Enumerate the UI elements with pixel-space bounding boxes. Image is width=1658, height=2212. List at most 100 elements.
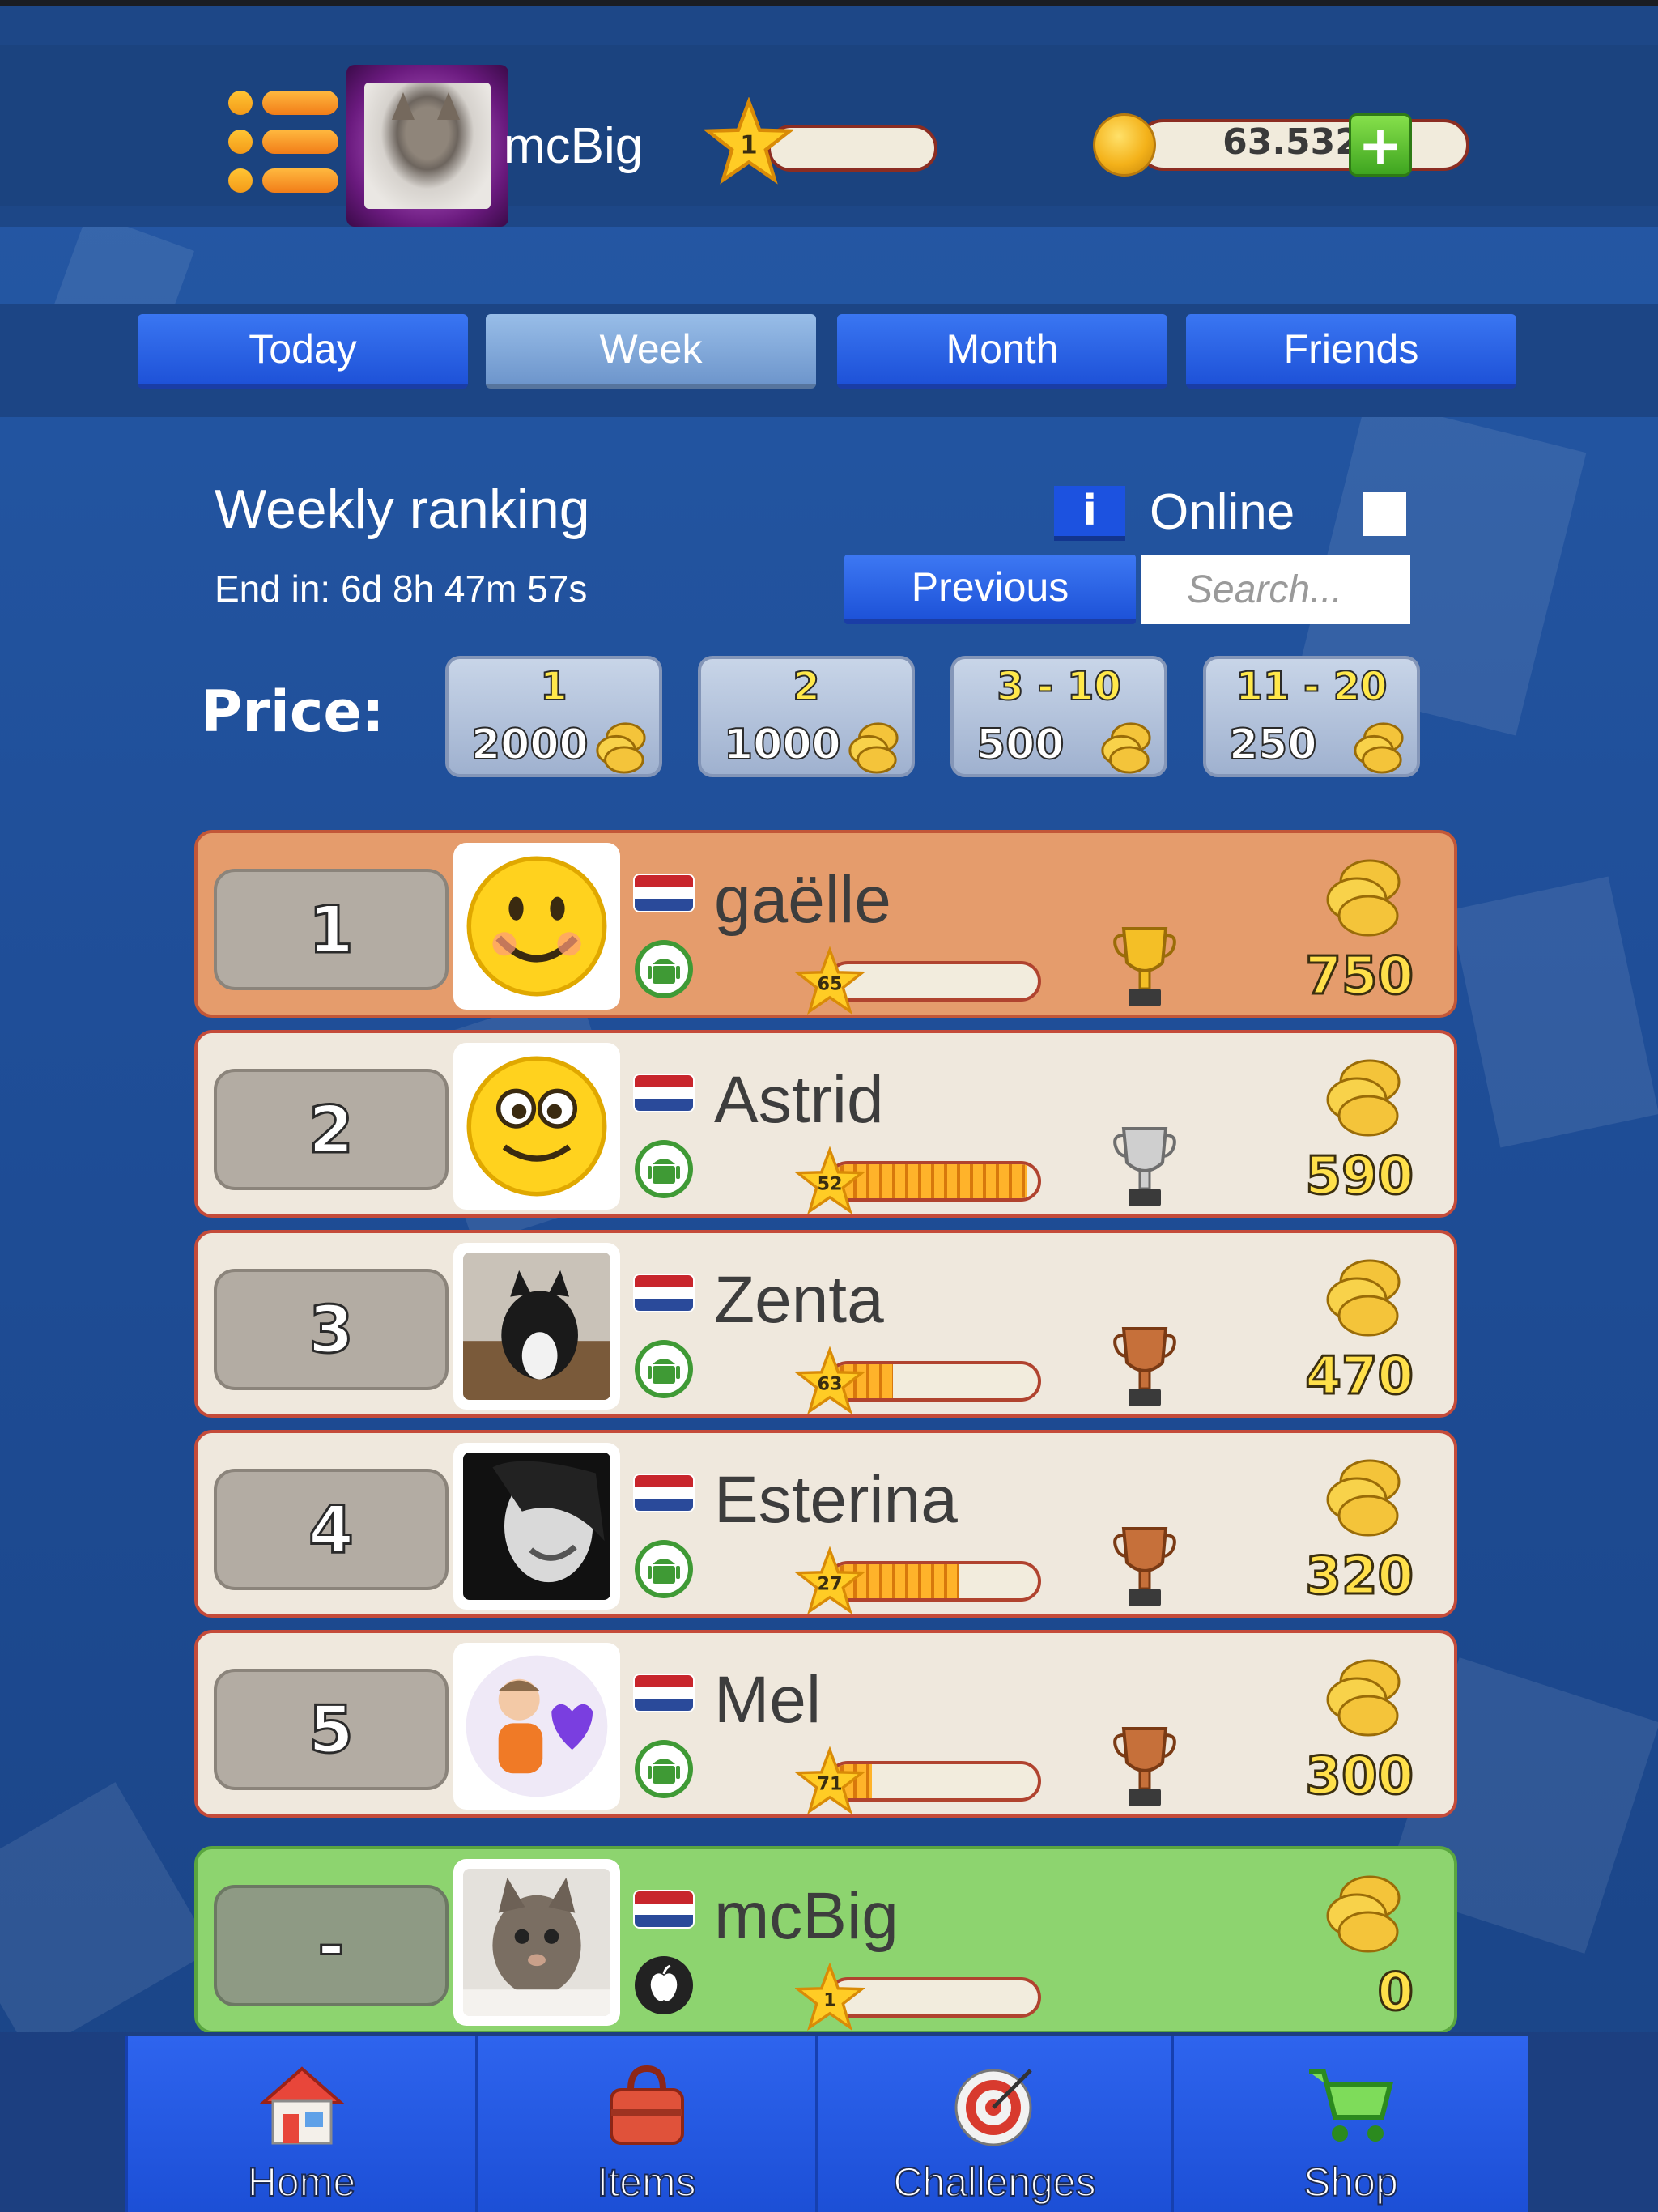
xp-level: 1 [740,130,757,160]
player-avatar[interactable] [453,1443,620,1610]
player-avatar[interactable] [453,1043,620,1210]
nav-challenges-label: Challenges [892,2159,1096,2206]
prize-card: 11 - 20 250 [1203,656,1420,777]
bag-icon [609,2065,684,2145]
player-avatar[interactable] [453,1859,620,2026]
coins-icon [1350,719,1405,774]
rank-number: 2 [214,1069,449,1190]
prize-place: 1 [539,663,568,710]
player-avatar[interactable] [453,1643,620,1810]
prize-amount: 750 [1304,946,1415,1008]
prize-place: 2 [792,663,820,710]
prize-card: 2 1000 [698,656,915,777]
add-coins-button[interactable]: + [1349,113,1412,177]
nav-items[interactable]: Items [475,2036,815,2212]
level-star-icon: 52 [795,1146,865,1214]
level-number: 27 [817,1573,842,1594]
nav-home-label: Home [247,2159,356,2206]
prize-amount: 500 [976,720,1065,770]
nav-home[interactable]: Home [125,2036,475,2212]
netherlands-flag-icon [633,1074,695,1112]
own-ranking-row[interactable]: - mcBig 1 0 [194,1846,1457,2034]
tab-week[interactable]: Week [486,314,816,389]
target-icon [954,2069,1032,2146]
ranking-row[interactable]: 4 Esterina 27 320 [194,1430,1457,1618]
player-name: Mel [714,1663,822,1737]
level-star-icon: 71 [795,1746,865,1814]
android-icon [633,1538,695,1600]
tab-month[interactable]: Month [837,314,1167,389]
window-frame [0,0,1658,6]
player-name: Astrid [714,1063,884,1137]
ranking-row[interactable]: 1 gaëlle 65 750 [194,830,1457,1018]
tab-today[interactable]: Today [138,314,468,389]
prize-amount: 250 [1228,720,1318,770]
profile-avatar[interactable] [346,65,508,227]
ranking-countdown: End in: 6d 8h 47m 57s [215,568,588,610]
netherlands-flag-icon [633,874,695,912]
cart-icon [1308,2069,1393,2142]
prize-amount: 590 [1304,1146,1415,1208]
prize-amount: 2000 [470,720,589,770]
bronze-trophy-icon [1112,1522,1177,1611]
rank-number: 3 [214,1269,449,1390]
apple-icon [633,1955,695,2016]
coins-icon [1320,857,1409,938]
coin-icon [1093,113,1156,177]
level-star-icon: 63 [795,1346,865,1414]
prize-place: 3 - 10 [996,663,1122,710]
nav-shop[interactable]: Shop [1171,2036,1528,2212]
ranking-row[interactable]: 5 Mel 71 300 [194,1630,1457,1818]
info-button[interactable]: i [1054,486,1125,541]
coins-icon [1320,1457,1409,1538]
level-number: 63 [817,1373,842,1394]
level-number: 65 [817,973,842,994]
android-icon [633,1738,695,1800]
prize-amount: 300 [1304,1746,1415,1808]
ranking-row[interactable]: 3 Zenta 63 470 [194,1230,1457,1418]
bronze-trophy-icon [1112,1722,1177,1811]
previous-button[interactable]: Previous [844,555,1136,624]
ranking-title: Weekly ranking [215,479,590,540]
player-name: gaëlle [714,863,891,937]
android-icon [633,1338,695,1400]
player-name: Zenta [714,1263,884,1337]
silver-trophy-icon [1112,1122,1177,1211]
price-label: Price: [201,678,385,745]
prize-amount: 470 [1304,1346,1415,1408]
player-avatar[interactable] [453,1243,620,1410]
prize-place: 11 - 20 [1235,663,1388,710]
prize-amount: 1000 [723,720,842,770]
coins-icon [845,719,900,774]
coins-icon [1320,1257,1409,1338]
rank-number: 1 [214,869,449,990]
profile-username: mcBig [504,118,644,174]
coins-icon [1320,1657,1409,1738]
tab-friends[interactable]: Friends [1186,314,1516,389]
level-number: 52 [817,1173,842,1194]
netherlands-flag-icon [633,1674,695,1712]
nav-shop-label: Shop [1303,2159,1399,2206]
android-icon [633,1138,695,1200]
search-input[interactable] [1141,555,1410,624]
prize-card: 3 - 10 500 [950,656,1167,777]
level-star-icon: 27 [795,1546,865,1614]
coins-icon [1320,1057,1409,1138]
house-icon [258,2066,345,2145]
netherlands-flag-icon [633,1274,695,1312]
nav-items-label: Items [596,2159,696,2206]
prize-amount: 320 [1304,1546,1415,1608]
gold-trophy-icon [1112,922,1177,1011]
netherlands-flag-icon [633,1890,695,1929]
ranking-row[interactable]: 2 Astrid 52 590 [194,1030,1457,1218]
rank-number: - [214,1885,449,2006]
nav-challenges[interactable]: Challenges [815,2036,1171,2212]
player-avatar[interactable] [453,843,620,1010]
menu-icon[interactable] [228,91,342,196]
netherlands-flag-icon [633,1474,695,1512]
prize-card: 1 2000 [445,656,662,777]
rank-number: 4 [214,1469,449,1590]
player-name: mcBig [714,1879,899,1953]
rank-number: 5 [214,1669,449,1790]
online-checkbox[interactable] [1363,492,1406,536]
